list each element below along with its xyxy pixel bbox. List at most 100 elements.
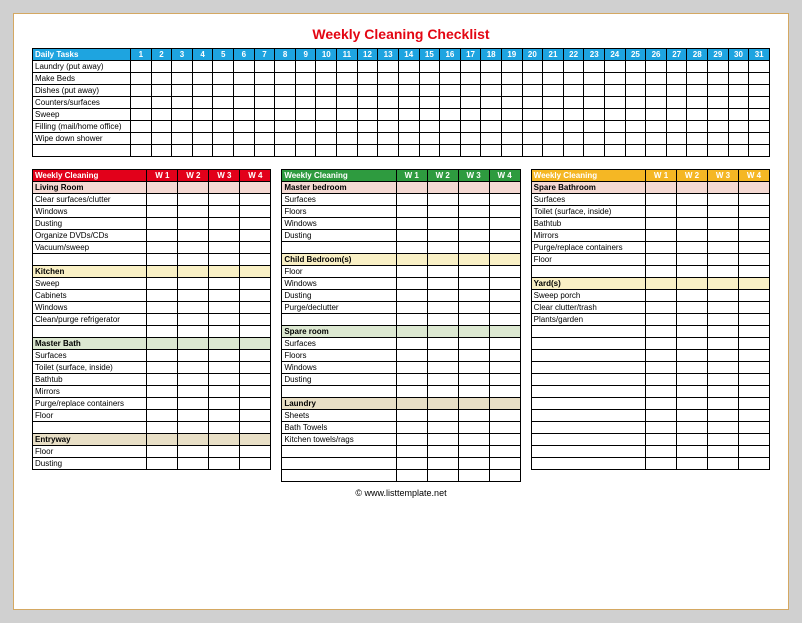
weekly-checkbox-cell[interactable]: [489, 242, 520, 254]
daily-checkbox-cell[interactable]: [213, 97, 234, 109]
weekly-checkbox-cell[interactable]: [147, 290, 178, 302]
weekly-checkbox-cell[interactable]: [738, 446, 769, 458]
daily-checkbox-cell[interactable]: [295, 109, 316, 121]
daily-checkbox-cell[interactable]: [440, 85, 461, 97]
weekly-checkbox-cell[interactable]: [708, 446, 739, 458]
weekly-checkbox-cell[interactable]: [708, 326, 739, 338]
weekly-checkbox-cell[interactable]: [708, 458, 739, 470]
weekly-checkbox-cell[interactable]: [738, 398, 769, 410]
daily-checkbox-cell[interactable]: [275, 145, 296, 157]
daily-checkbox-cell[interactable]: [728, 109, 749, 121]
daily-checkbox-cell[interactable]: [213, 61, 234, 73]
daily-checkbox-cell[interactable]: [131, 145, 152, 157]
daily-checkbox-cell[interactable]: [172, 85, 193, 97]
weekly-checkbox-cell[interactable]: [458, 314, 489, 326]
daily-checkbox-cell[interactable]: [419, 109, 440, 121]
daily-checkbox-cell[interactable]: [666, 145, 687, 157]
weekly-checkbox-cell[interactable]: [396, 218, 427, 230]
weekly-checkbox-cell[interactable]: [708, 422, 739, 434]
daily-checkbox-cell[interactable]: [605, 121, 626, 133]
weekly-checkbox-cell[interactable]: [646, 386, 677, 398]
daily-checkbox-cell[interactable]: [419, 133, 440, 145]
daily-checkbox-cell[interactable]: [337, 97, 358, 109]
daily-checkbox-cell[interactable]: [254, 61, 275, 73]
daily-checkbox-cell[interactable]: [708, 109, 729, 121]
daily-checkbox-cell[interactable]: [316, 61, 337, 73]
weekly-checkbox-cell[interactable]: [178, 350, 209, 362]
weekly-checkbox-cell[interactable]: [240, 386, 271, 398]
daily-checkbox-cell[interactable]: [563, 109, 584, 121]
daily-checkbox-cell[interactable]: [131, 121, 152, 133]
weekly-checkbox-cell[interactable]: [489, 410, 520, 422]
weekly-checkbox-cell[interactable]: [458, 230, 489, 242]
daily-checkbox-cell[interactable]: [357, 109, 378, 121]
weekly-checkbox-cell[interactable]: [240, 458, 271, 470]
weekly-checkbox-cell[interactable]: [209, 314, 240, 326]
daily-checkbox-cell[interactable]: [460, 145, 481, 157]
weekly-checkbox-cell[interactable]: [427, 434, 458, 446]
daily-checkbox-cell[interactable]: [728, 133, 749, 145]
weekly-checkbox-cell[interactable]: [427, 314, 458, 326]
daily-checkbox-cell[interactable]: [337, 133, 358, 145]
daily-checkbox-cell[interactable]: [543, 73, 564, 85]
daily-checkbox-cell[interactable]: [440, 145, 461, 157]
daily-checkbox-cell[interactable]: [481, 145, 502, 157]
daily-checkbox-cell[interactable]: [295, 61, 316, 73]
daily-checkbox-cell[interactable]: [275, 133, 296, 145]
weekly-checkbox-cell[interactable]: [489, 218, 520, 230]
weekly-checkbox-cell[interactable]: [178, 302, 209, 314]
daily-checkbox-cell[interactable]: [584, 121, 605, 133]
daily-checkbox-cell[interactable]: [398, 73, 419, 85]
weekly-checkbox-cell[interactable]: [646, 302, 677, 314]
daily-checkbox-cell[interactable]: [295, 121, 316, 133]
daily-checkbox-cell[interactable]: [337, 61, 358, 73]
weekly-checkbox-cell[interactable]: [396, 314, 427, 326]
daily-checkbox-cell[interactable]: [337, 109, 358, 121]
daily-checkbox-cell[interactable]: [749, 97, 770, 109]
daily-checkbox-cell[interactable]: [378, 145, 399, 157]
weekly-checkbox-cell[interactable]: [427, 194, 458, 206]
weekly-checkbox-cell[interactable]: [738, 386, 769, 398]
weekly-checkbox-cell[interactable]: [738, 326, 769, 338]
daily-checkbox-cell[interactable]: [605, 97, 626, 109]
daily-checkbox-cell[interactable]: [316, 109, 337, 121]
weekly-checkbox-cell[interactable]: [489, 458, 520, 470]
daily-checkbox-cell[interactable]: [563, 133, 584, 145]
daily-checkbox-cell[interactable]: [543, 109, 564, 121]
weekly-checkbox-cell[interactable]: [396, 434, 427, 446]
daily-checkbox-cell[interactable]: [151, 145, 172, 157]
weekly-checkbox-cell[interactable]: [646, 374, 677, 386]
daily-checkbox-cell[interactable]: [151, 73, 172, 85]
daily-checkbox-cell[interactable]: [419, 73, 440, 85]
daily-checkbox-cell[interactable]: [378, 109, 399, 121]
daily-checkbox-cell[interactable]: [192, 121, 213, 133]
weekly-checkbox-cell[interactable]: [489, 350, 520, 362]
weekly-checkbox-cell[interactable]: [458, 302, 489, 314]
weekly-checkbox-cell[interactable]: [458, 290, 489, 302]
daily-checkbox-cell[interactable]: [687, 85, 708, 97]
weekly-checkbox-cell[interactable]: [209, 410, 240, 422]
weekly-checkbox-cell[interactable]: [396, 290, 427, 302]
daily-checkbox-cell[interactable]: [316, 121, 337, 133]
daily-checkbox-cell[interactable]: [213, 73, 234, 85]
weekly-checkbox-cell[interactable]: [708, 206, 739, 218]
weekly-checkbox-cell[interactable]: [427, 266, 458, 278]
daily-checkbox-cell[interactable]: [522, 109, 543, 121]
daily-checkbox-cell[interactable]: [440, 97, 461, 109]
daily-checkbox-cell[interactable]: [625, 97, 646, 109]
daily-checkbox-cell[interactable]: [234, 73, 255, 85]
daily-checkbox-cell[interactable]: [172, 61, 193, 73]
daily-checkbox-cell[interactable]: [728, 85, 749, 97]
weekly-checkbox-cell[interactable]: [708, 398, 739, 410]
daily-checkbox-cell[interactable]: [646, 61, 667, 73]
daily-checkbox-cell[interactable]: [605, 145, 626, 157]
daily-checkbox-cell[interactable]: [460, 61, 481, 73]
daily-checkbox-cell[interactable]: [563, 73, 584, 85]
weekly-checkbox-cell[interactable]: [458, 374, 489, 386]
daily-checkbox-cell[interactable]: [440, 73, 461, 85]
daily-checkbox-cell[interactable]: [708, 61, 729, 73]
weekly-checkbox-cell[interactable]: [396, 422, 427, 434]
daily-checkbox-cell[interactable]: [543, 97, 564, 109]
daily-checkbox-cell[interactable]: [234, 109, 255, 121]
weekly-checkbox-cell[interactable]: [147, 386, 178, 398]
